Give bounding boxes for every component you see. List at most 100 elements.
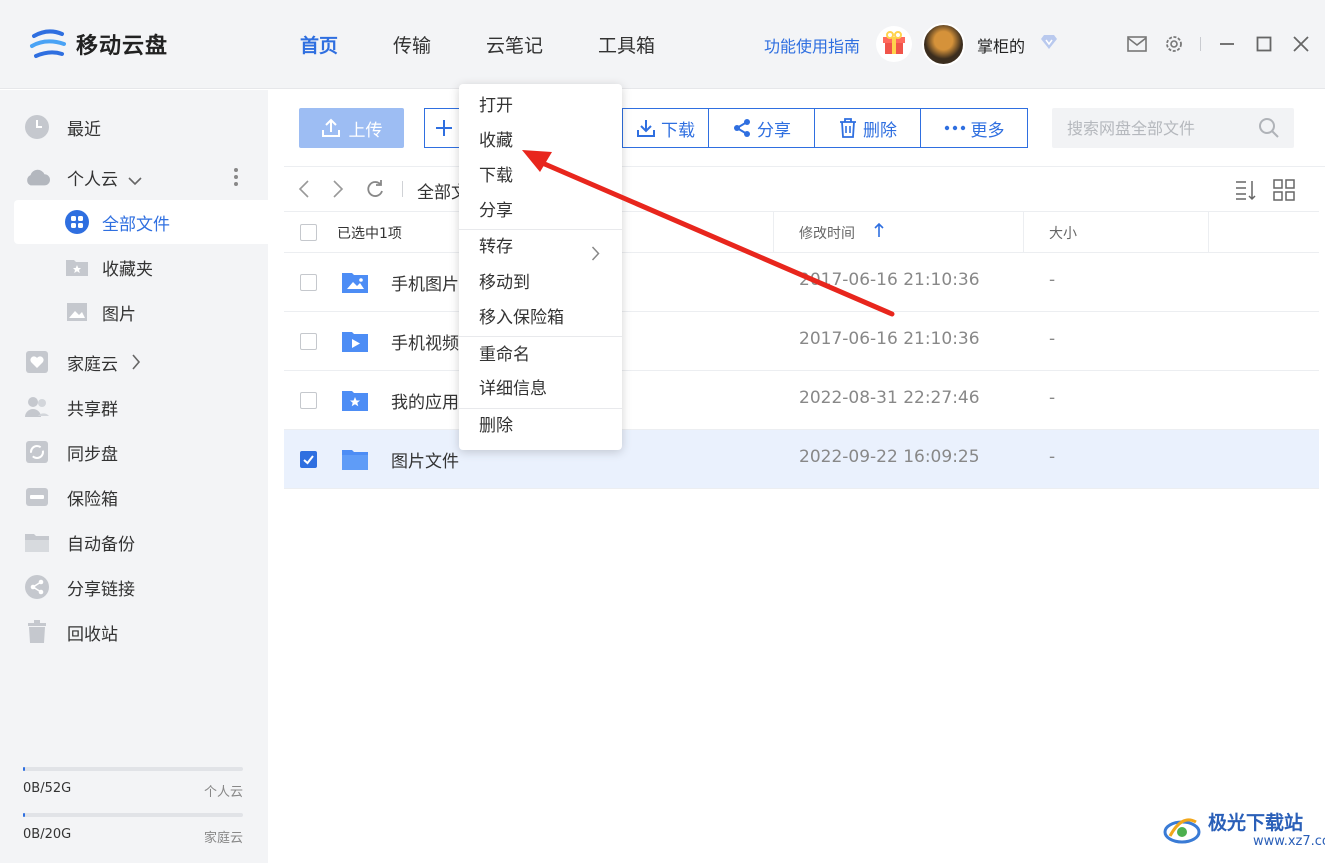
menu-item-move-to[interactable]: 移动到 (459, 267, 622, 299)
path-bar: 全部文 (284, 166, 1325, 211)
quota-value: 0B/20G (23, 827, 72, 842)
context-menu: 打开 收藏 下载 分享 转存 移动到 移入保险箱 重命名 详细信息 删除 (459, 84, 622, 450)
vip-diamond-icon (1040, 34, 1058, 54)
more-vertical-icon[interactable] (234, 167, 238, 192)
app-logo: 移动云盘 (28, 26, 168, 62)
sidebar-item-sync-disk[interactable]: 同步盘 (0, 430, 268, 474)
clock-icon (24, 114, 50, 140)
table-header: 已选中1项 修改时间 大小 (284, 211, 1319, 253)
back-arrow-icon[interactable] (298, 179, 310, 203)
row-checkbox[interactable] (300, 274, 317, 291)
menu-item-save-to[interactable]: 转存 (459, 231, 622, 263)
mail-icon[interactable] (1126, 34, 1148, 54)
grid-dots-icon (64, 209, 90, 235)
nav-toolbox[interactable]: 工具箱 (598, 31, 655, 58)
path-separator (402, 181, 403, 197)
watermark-url: www.xz7.com (1253, 833, 1325, 849)
avatar[interactable] (922, 23, 965, 66)
row-checkbox[interactable] (300, 333, 317, 350)
sidebar-item-recent[interactable]: 最近 (0, 105, 268, 149)
new-folder-button[interactable] (424, 108, 464, 148)
quota-value: 0B/52G (23, 781, 72, 796)
chevron-right-icon[interactable] (131, 354, 141, 375)
sidebar-item-safe-box[interactable]: 保险箱 (0, 475, 268, 519)
nav-transfer[interactable]: 传输 (393, 31, 431, 58)
select-all-checkbox[interactable] (300, 224, 317, 241)
menu-item-share[interactable]: 分享 (459, 195, 622, 227)
table-row[interactable]: 手机图片 2017-06-16 21:10:36 - (284, 253, 1319, 312)
sidebar-item-favorites[interactable]: 收藏夹 (0, 245, 268, 289)
share-button[interactable]: 分享 (709, 109, 815, 147)
sort-ascending-icon[interactable] (874, 222, 884, 242)
sidebar-item-personal-cloud[interactable]: 个人云 (0, 155, 268, 199)
app-folder-icon (341, 388, 369, 417)
settings-gear-icon[interactable] (1163, 34, 1185, 54)
title-bar: 移动云盘 首页 传输 云笔记 工具箱 功能使用指南 掌柜的 (0, 0, 1325, 89)
row-checkbox[interactable] (300, 451, 317, 468)
main-nav: 首页 传输 云笔记 工具箱 (300, 31, 710, 58)
search-icon[interactable] (1258, 117, 1280, 143)
menu-item-details[interactable]: 详细信息 (459, 373, 622, 405)
refresh-icon[interactable] (365, 179, 385, 203)
sort-icon[interactable] (1234, 179, 1256, 205)
sidebar-item-family-cloud[interactable]: 家庭云 (0, 340, 268, 384)
close-icon[interactable] (1290, 34, 1312, 54)
minimize-icon[interactable] (1216, 34, 1238, 54)
share-link-icon (24, 574, 50, 600)
quota-name: 家庭云 (203, 831, 243, 846)
menu-item-open[interactable]: 打开 (459, 90, 622, 122)
more-button[interactable]: 更多 (921, 109, 1027, 147)
title-separator (1200, 37, 1201, 51)
sidebar-item-share-links[interactable]: 分享链接 (0, 565, 268, 609)
search-input[interactable] (1067, 118, 1247, 138)
image-folder-icon (341, 270, 369, 299)
menu-item-delete[interactable]: 删除 (459, 410, 622, 442)
username[interactable]: 掌柜的 (977, 33, 1025, 57)
sidebar: 最近 个人云 全部文件 收藏夹 图片 家庭云 共享群 同步盘 保险箱 自动备份 (0, 90, 268, 863)
family-cloud-quota: 0B/20G 家庭云 (23, 813, 243, 846)
sidebar-item-auto-backup[interactable]: 自动备份 (0, 520, 268, 564)
table-row[interactable]: 我的应用 2022-08-31 22:27:46 - (284, 371, 1319, 430)
quota-fill (23, 767, 26, 771)
search-box (1052, 108, 1294, 148)
image-icon (64, 299, 90, 325)
selected-count: 已选中1项 (337, 226, 402, 242)
column-divider (773, 212, 774, 253)
nav-home[interactable]: 首页 (300, 31, 338, 58)
chevron-down-icon[interactable] (128, 171, 142, 191)
file-action-group: 下载 分享 删除 更多 (622, 108, 1028, 148)
feature-guide-link[interactable]: 功能使用指南 (764, 33, 860, 57)
menu-item-rename[interactable]: 重命名 (459, 339, 622, 371)
menu-item-move-to-safe[interactable]: 移入保险箱 (459, 302, 622, 334)
row-checkbox[interactable] (300, 392, 317, 409)
folder-icon (341, 447, 369, 476)
cloud-icon (24, 164, 50, 190)
sidebar-item-share-group[interactable]: 共享群 (0, 385, 268, 429)
menu-item-favorite[interactable]: 收藏 (459, 125, 622, 157)
column-divider (1023, 212, 1024, 253)
column-modified-time[interactable]: 修改时间 (799, 223, 855, 243)
cloud-logo-icon (30, 29, 66, 58)
sidebar-item-images[interactable]: 图片 (0, 290, 268, 334)
quota-bar (23, 813, 243, 817)
maximize-icon[interactable] (1253, 34, 1275, 54)
column-size[interactable]: 大小 (1049, 223, 1077, 243)
gift-icon[interactable] (876, 26, 912, 62)
delete-button[interactable]: 删除 (815, 109, 921, 147)
menu-divider (459, 336, 622, 337)
watermark-logo-icon (1163, 818, 1201, 844)
nav-cloud-notes[interactable]: 云笔记 (486, 31, 543, 58)
app-name: 移动云盘 (76, 34, 169, 59)
table-row[interactable]: 图片文件 2022-09-22 16:09:25 - (284, 430, 1319, 489)
sidebar-item-recycle-bin[interactable]: 回收站 (0, 610, 268, 654)
upload-button[interactable]: 上传 (299, 108, 404, 148)
trash-icon (24, 619, 50, 645)
menu-item-download[interactable]: 下载 (459, 160, 622, 192)
table-row[interactable]: 手机视频 2017-06-16 21:10:36 - (284, 312, 1319, 371)
menu-divider (459, 408, 622, 409)
watermark: 极光下载站 www.xz7.com (1162, 810, 1325, 850)
download-button[interactable]: 下载 (623, 109, 709, 147)
grid-view-icon[interactable] (1273, 179, 1295, 205)
forward-arrow-icon[interactable] (332, 179, 344, 203)
sidebar-item-all-files[interactable]: 全部文件 (14, 200, 268, 244)
